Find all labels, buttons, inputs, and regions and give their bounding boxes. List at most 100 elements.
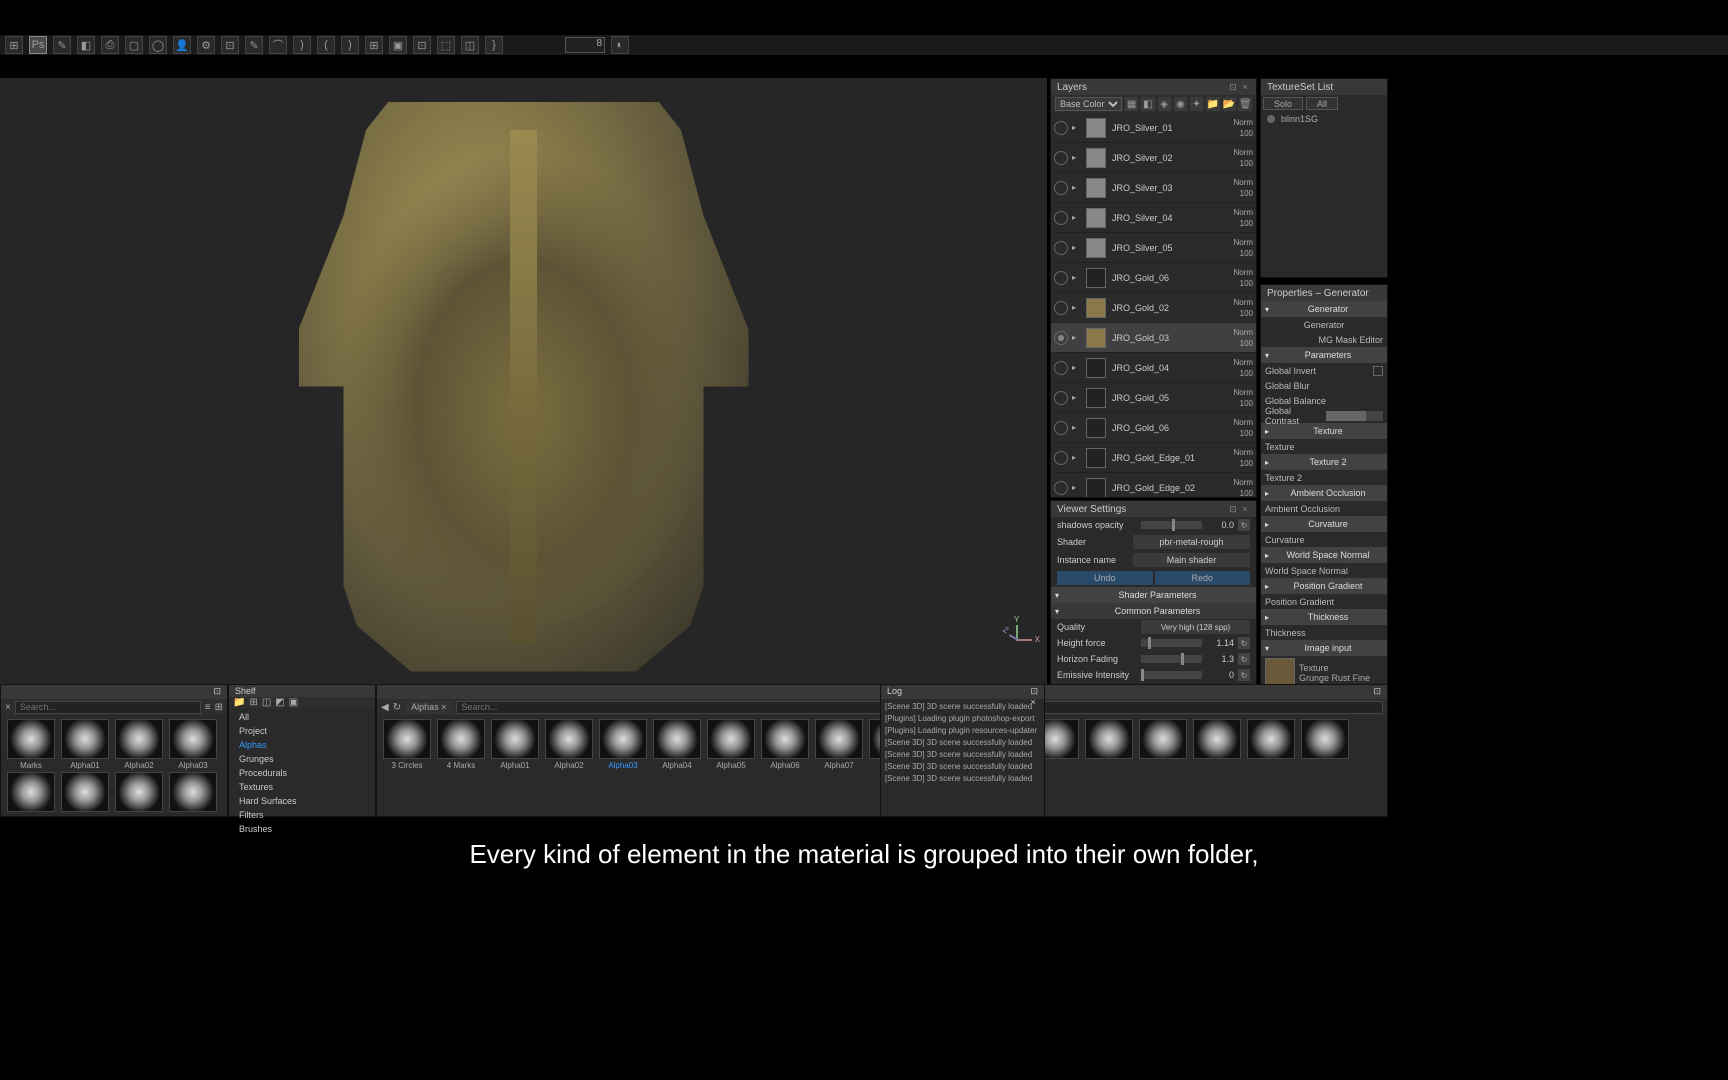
visibility-icon[interactable] [1054, 151, 1068, 165]
visibility-icon[interactable] [1054, 271, 1068, 285]
visibility-icon[interactable] [1054, 481, 1068, 495]
undock-icon[interactable]: ⊡ [1030, 686, 1038, 697]
shelf-left-search[interactable] [15, 701, 201, 714]
layer-thumb[interactable] [1086, 328, 1106, 348]
shelf-item[interactable]: Alpha03 [167, 719, 219, 770]
tool-btn-17[interactable]: ▣ [389, 36, 407, 54]
textureset-item[interactable]: blinn1SG [1261, 111, 1387, 127]
layer-fill-icon[interactable]: ◈ [1158, 97, 1171, 111]
tab-solo[interactable]: Solo [1263, 97, 1303, 110]
tex2-header[interactable]: ▸Texture 2 [1261, 454, 1387, 470]
layer-row[interactable]: ▸ JRO_Silver_02 Norm100 [1051, 143, 1256, 173]
grid-icon[interactable]: ⊞ [215, 702, 223, 713]
tool-btn-16[interactable]: ⊞ [365, 36, 383, 54]
shelf-item[interactable]: Alpha03 [597, 719, 649, 770]
shelf-category[interactable]: Project [229, 724, 375, 738]
ao-header[interactable]: ▸Ambient Occlusion [1261, 485, 1387, 501]
folder-icon[interactable]: ▸ [1072, 123, 1084, 132]
tool-btn-8[interactable]: 👤 [173, 36, 191, 54]
instance-value[interactable]: Main shader [1133, 553, 1250, 567]
imginput-header[interactable]: ▾Image input [1261, 640, 1387, 656]
layer-thumb[interactable] [1086, 358, 1106, 378]
layer-thumb[interactable] [1086, 298, 1106, 318]
axis-gizmo[interactable] [1002, 625, 1032, 655]
layer-row[interactable]: ▸ JRO_Silver_01 Norm100 [1051, 113, 1256, 143]
reset-icon[interactable]: ↻ [1238, 637, 1250, 649]
layer-row[interactable]: ▸ JRO_Silver_04 Norm100 [1051, 203, 1256, 233]
layer-row[interactable]: ▸ JRO_Gold_Edge_02 Norm100 [1051, 473, 1256, 497]
redo-button[interactable]: Redo [1155, 571, 1251, 585]
shader-params-header[interactable]: ▾Shader Parameters [1051, 587, 1256, 603]
folder-icon[interactable]: ▸ [1072, 183, 1084, 192]
layer-thumb[interactable] [1086, 148, 1106, 168]
shelf-item[interactable]: Alpha01 [489, 719, 541, 770]
btn-icon[interactable]: ◫ [262, 697, 271, 708]
tool-btn-11[interactable]: ✎ [245, 36, 263, 54]
layer-add-icon[interactable]: ▦ [1125, 97, 1138, 111]
thick-header[interactable]: ▸Thickness [1261, 609, 1387, 625]
visibility-icon[interactable] [1054, 451, 1068, 465]
shelf-item[interactable] [1299, 719, 1351, 770]
folder-icon[interactable]: ▸ [1072, 393, 1084, 402]
shelf-category[interactable]: Alphas [229, 738, 375, 752]
tool-btn-18[interactable]: ⊡ [413, 36, 431, 54]
stamp-icon[interactable]: ⎙ [101, 36, 119, 54]
quality-select[interactable]: Very high (128 spp) [1141, 620, 1250, 634]
emissive-slider[interactable] [1141, 671, 1202, 679]
tool-btn-19[interactable]: ⬚ [437, 36, 455, 54]
folder-icon[interactable]: ▸ [1072, 213, 1084, 222]
shelf-item[interactable]: Alpha04 [651, 719, 703, 770]
layer-thumb[interactable] [1086, 178, 1106, 198]
folder-icon[interactable]: ▸ [1072, 303, 1084, 312]
layer-thumb[interactable] [1086, 238, 1106, 258]
shelf-item[interactable] [5, 772, 57, 812]
shelf-category[interactable]: All [229, 710, 375, 724]
shelf-item[interactable] [167, 772, 219, 812]
folder-icon[interactable]: ▸ [1072, 273, 1084, 282]
visibility-icon[interactable] [1054, 121, 1068, 135]
viewport-3d[interactable] [0, 78, 1047, 685]
shelf-item[interactable]: Marks [5, 719, 57, 770]
reset-icon[interactable]: ↻ [1238, 653, 1250, 665]
global-contrast-slider[interactable] [1326, 411, 1383, 421]
shelf-item[interactable]: 4 Marks [435, 719, 487, 770]
shelf-item[interactable] [59, 772, 111, 812]
folder-icon[interactable]: ▸ [1072, 243, 1084, 252]
close-icon[interactable]: × [441, 702, 446, 712]
tool-btn-color[interactable]: ◐ [611, 36, 629, 54]
shelf-category[interactable]: Filters [229, 808, 375, 822]
toolbar-value[interactable]: 8 [565, 37, 605, 53]
layer-row[interactable]: ▸ JRO_Silver_03 Norm100 [1051, 173, 1256, 203]
layer-thumb[interactable] [1086, 268, 1106, 288]
folder-icon[interactable]: ▸ [1072, 363, 1084, 372]
horizon-slider[interactable] [1141, 655, 1202, 663]
tool-btn-7[interactable]: ◯ [149, 36, 167, 54]
folder-icon[interactable]: 📁 [233, 697, 245, 708]
tool-btn-21[interactable]: } [485, 36, 503, 54]
shelf-item[interactable]: Alpha06 [759, 719, 811, 770]
undock-icon[interactable]: ⊡ [1373, 686, 1381, 697]
layer-delete-icon[interactable]: 🗑 [1239, 97, 1252, 111]
tool-btn-10[interactable]: ⊡ [221, 36, 239, 54]
btn-icon[interactable]: ◩ [275, 697, 284, 708]
visibility-icon[interactable] [1054, 331, 1068, 345]
shelf-item[interactable]: Alpha05 [705, 719, 757, 770]
visibility-icon[interactable] [1054, 301, 1068, 315]
tool-btn-6[interactable]: ▢ [125, 36, 143, 54]
layer-row[interactable]: ▸ JRO_Gold_06 Norm100 [1051, 263, 1256, 293]
tool-btn-14[interactable]: ( [317, 36, 335, 54]
photoshop-icon[interactable]: Ps [29, 36, 47, 54]
shader-value[interactable]: pbr-metal-rough [1133, 535, 1250, 549]
visibility-icon[interactable] [1054, 391, 1068, 405]
global-invert-checkbox[interactable] [1373, 366, 1383, 376]
wsn-header[interactable]: ▸World Space Normal [1261, 547, 1387, 563]
layer-row[interactable]: ▸ JRO_Gold_05 Norm100 [1051, 383, 1256, 413]
shelf-item[interactable] [1137, 719, 1189, 770]
visibility-icon[interactable] [1054, 181, 1068, 195]
layer-row[interactable]: ▸ JRO_Gold_03 Norm100 [1051, 323, 1256, 353]
shelf-category[interactable]: Textures [229, 780, 375, 794]
params-header[interactable]: ▾Parameters [1261, 347, 1387, 363]
close-search-icon[interactable]: × [5, 702, 11, 713]
shelf-item[interactable]: Alpha02 [543, 719, 595, 770]
shelf-item[interactable] [1191, 719, 1243, 770]
